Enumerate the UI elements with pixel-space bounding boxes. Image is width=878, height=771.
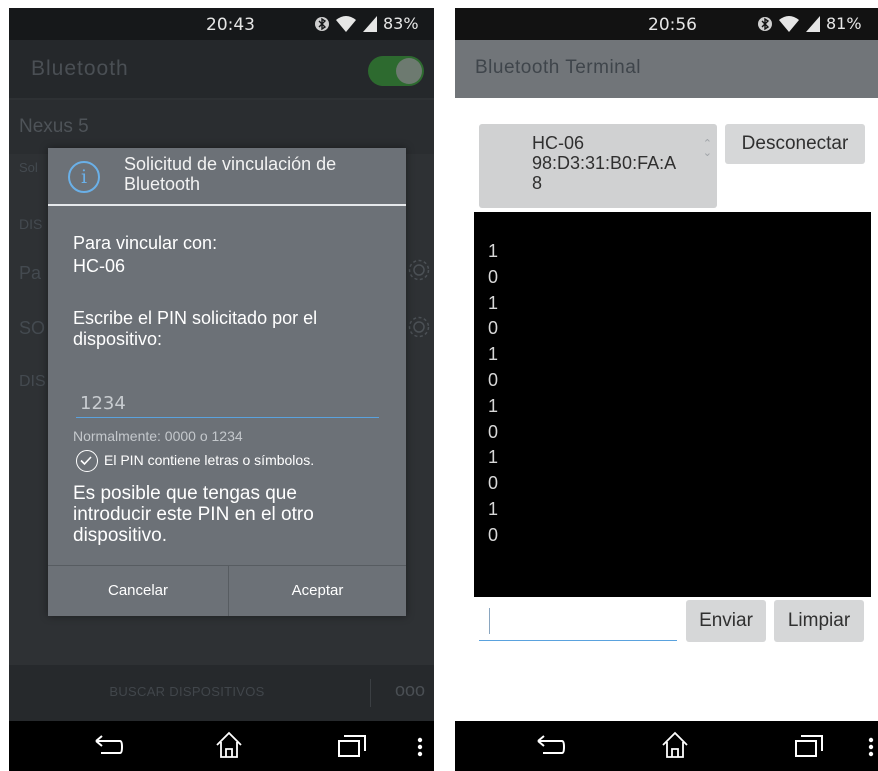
- terminal-line: 1: [488, 344, 499, 365]
- pair-label: Para vincular con:: [73, 233, 218, 253]
- pin-input[interactable]: 1234: [76, 391, 379, 418]
- terminal-line: 0: [488, 318, 499, 339]
- wifi-icon: [779, 15, 799, 32]
- device-spinner[interactable]: HC-06 98:D3:31:B0:FA:A 8 ⌃ ⌄: [479, 124, 717, 208]
- home-icon[interactable]: [661, 731, 689, 759]
- section-header-fragment: DIS: [19, 216, 43, 232]
- pin-instruction: Escribe el PIN solicitado por el disposi…: [73, 308, 318, 349]
- search-devices-button[interactable]: BUSCAR DISPOSITIVOS: [9, 684, 365, 699]
- cancel-button[interactable]: Cancelar: [48, 566, 228, 616]
- dialog-buttons: Cancelar Aceptar: [48, 565, 406, 616]
- terminal-line: 0: [488, 370, 499, 390]
- text-cursor: [489, 608, 490, 634]
- disconnect-button[interactable]: Desconectar: [725, 124, 865, 164]
- recents-icon[interactable]: [338, 735, 366, 757]
- status-time: 20:56: [648, 15, 697, 35]
- spinner-device-address: 98:D3:31:B0:FA:A: [532, 153, 677, 173]
- paired-device-row[interactable]: Nexus 5: [9, 100, 434, 154]
- home-icon[interactable]: [215, 731, 243, 759]
- info-icon: i: [68, 161, 100, 193]
- back-icon[interactable]: [535, 735, 565, 757]
- signal-icon: [806, 15, 820, 32]
- terminal-line: 0: [488, 524, 499, 545]
- overflow-icon[interactable]: [868, 737, 874, 757]
- navigation-bar: [9, 721, 434, 771]
- device-name: HC-06: [73, 256, 126, 276]
- accept-button[interactable]: Aceptar: [229, 566, 406, 616]
- back-icon[interactable]: [93, 735, 123, 757]
- gear-icon[interactable]: [407, 258, 431, 282]
- bottom-action-bar: BUSCAR DISPOSITIVOS ooo: [9, 665, 434, 721]
- list-item-fragment: Sol: [19, 160, 38, 175]
- bluetooth-toggle[interactable]: [368, 56, 424, 86]
- dialog-header: i Solicitud de vinculación de Bluetooth: [48, 148, 406, 206]
- toggle-knob: [396, 58, 422, 84]
- battery-percent: 83%: [383, 14, 419, 33]
- bluetooth-icon: [758, 16, 772, 31]
- chevron-updown-icon: ⌃ ⌄: [702, 138, 712, 159]
- terminal-line: 1: [488, 447, 499, 468]
- bluetooth-icon: [315, 16, 329, 31]
- terminal-line: 0: [488, 421, 499, 442]
- spinner-device-address-cont: 8: [532, 173, 543, 193]
- send-button[interactable]: Enviar: [686, 600, 766, 642]
- spinner-device-name: HC-06: [532, 133, 585, 153]
- pin-hint: Normalmente: 0000 o 1234: [73, 428, 243, 444]
- signal-icon: [363, 15, 377, 32]
- overflow-icon[interactable]: [417, 737, 423, 757]
- recents-icon[interactable]: [795, 735, 823, 757]
- app-bar: Bluetooth Terminal: [455, 40, 878, 98]
- terminal-line: 1: [488, 292, 499, 313]
- clear-button[interactable]: Limpiar: [774, 600, 864, 642]
- dialog-note: Es posible que tengas que introducir est…: [73, 483, 314, 546]
- pin-value: 1234: [80, 393, 126, 414]
- more-options-icon[interactable]: ooo: [395, 680, 425, 701]
- status-time: 20:43: [206, 15, 255, 35]
- checkbox-label[interactable]: El PIN contiene letras o símbolos.: [104, 452, 314, 468]
- left-screen: 20:43 83% Bluetooth Nexus 5 Sol DIS Pa S…: [9, 8, 434, 771]
- navigation-bar: [455, 721, 878, 771]
- gear-icon[interactable]: [407, 315, 431, 339]
- device-name: Nexus 5: [19, 116, 89, 137]
- terminal-line: 1: [488, 395, 499, 416]
- terminal-output: 1 0 1 0 1 0 1 0 1 0 1 0: [474, 212, 871, 597]
- battery-percent: 81%: [826, 14, 862, 33]
- terminal-line: 0: [488, 266, 499, 287]
- list-item-fragment[interactable]: SO: [19, 318, 45, 339]
- terminal-line: 1: [488, 499, 499, 519]
- terminal-line: 0: [488, 473, 499, 494]
- terminal-line: 1: [488, 241, 499, 261]
- page-title: Bluetooth: [31, 57, 129, 80]
- status-bar: 20:56 81%: [455, 8, 878, 40]
- app-bar: Bluetooth: [9, 40, 434, 98]
- section-header-fragment: DIS: [19, 373, 46, 390]
- message-input[interactable]: [479, 606, 677, 641]
- right-screen: 20:56 81% Bluetooth Terminal HC-06 98:D3…: [455, 8, 878, 771]
- pairing-dialog: i Solicitud de vinculación de Bluetooth …: [48, 148, 406, 616]
- divider: [370, 679, 371, 707]
- page-title: Bluetooth Terminal: [475, 57, 642, 78]
- status-bar: 20:43 83%: [9, 8, 434, 40]
- check-circle-icon[interactable]: [76, 450, 98, 472]
- dialog-title: Solicitud de vinculación de Bluetooth: [124, 154, 337, 194]
- wifi-icon: [336, 15, 356, 32]
- list-item-fragment[interactable]: Pa: [19, 263, 41, 284]
